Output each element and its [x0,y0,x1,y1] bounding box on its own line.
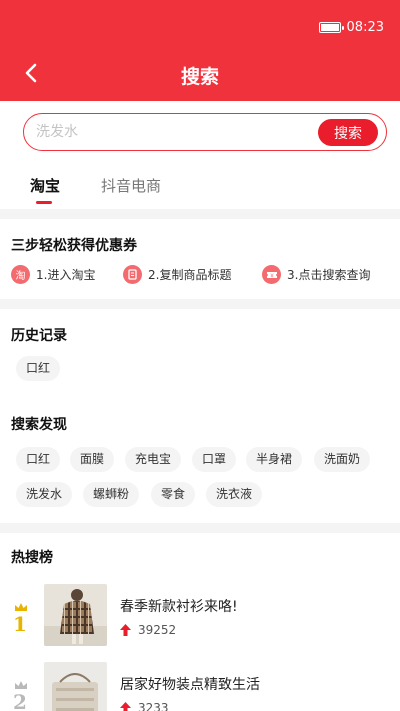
search-button[interactable]: 搜索 [318,119,378,146]
discover-chip[interactable]: 口罩 [192,447,237,472]
guide-steps: 淘 1.进入淘宝 2.复制商品标题 ¥ 3.点击搜索查询 [0,265,400,291]
plaid-coat-photo [44,584,107,646]
step-search-query: ¥ 3.点击搜索查询 [262,265,370,284]
copy-icon [123,265,142,284]
history-title: 历史记录 [11,328,67,344]
crown-icon [15,603,27,611]
status-time: 08:23 [346,20,384,35]
history-chip[interactable]: 口红 [16,356,61,381]
hot-item-title: 春季新款衬衫来咯! [120,599,238,615]
search-input[interactable] [36,122,306,142]
hot-title: 热搜榜 [11,550,53,566]
step-enter-taobao: 淘 1.进入淘宝 [11,265,95,284]
discover-chip[interactable]: 洗面奶 [314,447,371,472]
discover-title: 搜索发现 [11,417,67,433]
home-goods-photo [44,662,107,711]
rank-number: 2 [13,690,27,711]
coupon-icon: ¥ [262,265,281,284]
battery-icon [318,22,344,33]
hot-item-title: 居家好物装点精致生活 [120,677,260,693]
discover-chip[interactable]: 螺蛳粉 [83,482,140,507]
taobao-icon: 淘 [11,265,30,284]
history-discover-card: 历史记录 口红 搜索发现 口红 面膜 充电宝 口罩 半身裙 洗面奶 洗发水 螺蛳… [0,309,400,523]
hot-item[interactable]: 2 居家好物装点精致生活 3233 [0,662,400,711]
platform-tabs: 淘宝 抖音电商 [0,175,400,205]
hot-list-card: 热搜榜 1 春季新款衬衫来咯! 39252 2 居家好物装点精致生活 3233 [0,533,400,711]
svg-text:¥: ¥ [270,273,274,279]
guide-title: 三步轻松获得优惠券 [11,238,137,254]
tab-douyin[interactable]: 抖音电商 [101,175,161,196]
step-label: 2.复制商品标题 [148,268,232,282]
discover-chip[interactable]: 充电宝 [125,447,182,472]
search-panel: 搜索 淘宝 抖音电商 [0,101,400,209]
discover-chip[interactable]: 零食 [151,482,196,507]
step-label: 3.点击搜索查询 [287,268,371,282]
heat-count: 39252 [138,623,177,637]
discover-chip[interactable]: 面膜 [70,447,115,472]
step-label: 1.进入淘宝 [36,268,96,282]
discover-chip[interactable]: 洗发水 [16,482,73,507]
up-arrow-icon [120,624,131,636]
hot-item-count: 3233 [120,701,169,711]
tab-taobao[interactable]: 淘宝 [30,175,60,196]
crown-icon [15,681,27,689]
coupon-guide-card: 三步轻松获得优惠券 淘 1.进入淘宝 2.复制商品标题 ¥ 3.点击搜索查询 [0,219,400,299]
page-title: 搜索 [180,66,219,88]
hot-item[interactable]: 1 春季新款衬衫来咯! 39252 [0,584,400,664]
rank-number: 1 [13,612,27,636]
search-box: 搜索 [23,113,387,151]
active-tab-indicator [36,201,52,204]
discover-chip[interactable]: 半身裙 [246,447,303,472]
app-header: 08:23 搜索 [0,0,400,101]
discover-chip[interactable]: 洗衣液 [206,482,263,507]
status-bar: 08:23 [318,20,384,35]
heat-count: 3233 [138,701,169,711]
hot-item-count: 39252 [120,623,176,637]
discover-chip[interactable]: 口红 [16,447,61,472]
up-arrow-icon [120,702,131,711]
step-copy-title: 2.复制商品标题 [123,265,231,284]
